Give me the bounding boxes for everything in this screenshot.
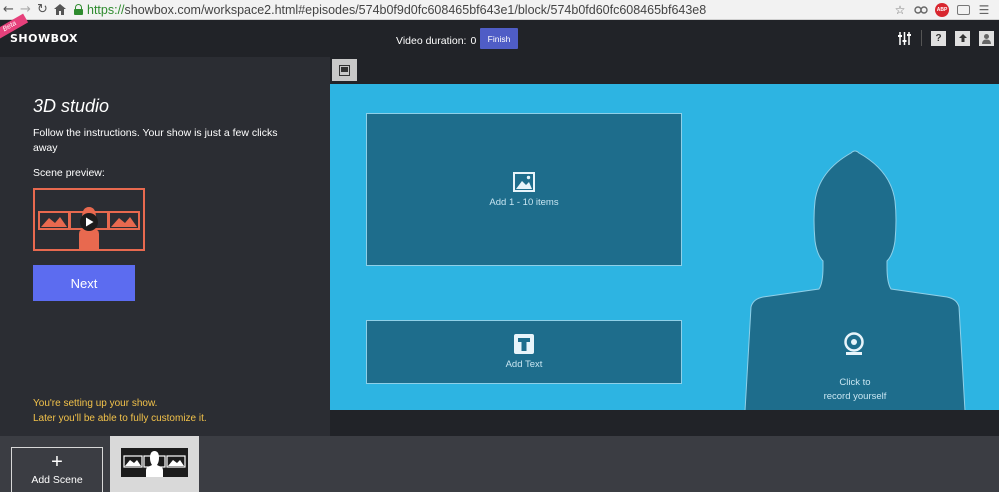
scene-preview-thumbnail[interactable] (33, 188, 145, 251)
video-duration: Video duration: 0 (396, 35, 476, 47)
duration-label: Video duration: (396, 35, 467, 47)
record-label-line-2: record yourself (823, 391, 887, 402)
media-slot-label: Add 1 - 10 items (489, 196, 559, 208)
image-icon (108, 211, 140, 230)
setup-note-line-2: Later you'll be able to fully customize … (33, 413, 207, 424)
setup-note-line-1: You're setting up your show. (33, 398, 158, 409)
menu-icon[interactable]: ☰ (977, 3, 991, 17)
instructions-text: Follow the instructions. Your show is ju… (33, 127, 278, 154)
image-icon (513, 171, 535, 192)
add-scene-label: Add Scene (31, 474, 83, 486)
media-slot[interactable]: Add 1 - 10 items (366, 113, 682, 266)
layout-toggle-button[interactable] (332, 59, 357, 81)
scene-thumbnail-image (121, 448, 188, 477)
webcam-icon (844, 332, 864, 355)
back-icon[interactable]: ← (0, 0, 17, 20)
sliders-icon[interactable] (897, 31, 912, 46)
extension-icon[interactable] (914, 3, 928, 17)
layout-icon (339, 64, 350, 76)
help-icon[interactable]: ? (931, 30, 946, 46)
text-slot-label: Add Text (505, 359, 543, 370)
star-icon[interactable]: ☆ (893, 3, 907, 17)
cast-icon[interactable] (956, 3, 970, 17)
user-avatar-icon[interactable] (979, 30, 994, 46)
setup-note: You're setting up your show. Later you'l… (33, 396, 207, 426)
reload-icon[interactable]: ↻ (34, 0, 51, 20)
url-scheme: https:// (87, 2, 125, 17)
address-bar[interactable]: https://showbox.com/workspace2.html#epis… (74, 1, 893, 19)
studio-title: 3D studio (33, 96, 110, 116)
app-header: Beta SHOWBOX Video duration: 0 Finish ? (0, 13, 999, 57)
scene-thumbnail[interactable] (110, 436, 199, 492)
image-icon (38, 211, 70, 230)
scene-preview-label: Scene preview: (33, 167, 105, 179)
duration-value: 0 (470, 35, 477, 47)
stage-toolbar (330, 57, 999, 84)
stage-footer (330, 410, 999, 436)
upload-icon[interactable] (955, 30, 970, 46)
instructions-panel: 3D studio Follow the instructions. Your … (0, 57, 330, 436)
browser-toolbar: ← → ↻ https://showbox.com/workspace2.htm… (0, 0, 999, 20)
finish-button[interactable]: Finish (480, 28, 518, 49)
record-label-line-1: Click to (839, 377, 871, 388)
scene-stage: Add 1 - 10 items Add Text Click to recor… (330, 84, 999, 410)
home-icon[interactable] (51, 0, 68, 20)
logo-text: SHOWBOX (10, 32, 78, 45)
adblock-icon[interactable]: ABP (935, 2, 949, 17)
text-icon (514, 334, 534, 354)
record-yourself-slot[interactable] (743, 149, 966, 410)
lock-icon (74, 4, 83, 15)
url-path: showbox.com/workspace2.html#episodes/574… (124, 2, 707, 17)
text-slot[interactable]: Add Text (366, 320, 682, 384)
next-button[interactable]: Next (33, 265, 135, 301)
record-yourself-label: Click to record yourself (800, 376, 910, 404)
plus-icon: + (51, 451, 63, 473)
showbox-logo[interactable]: Beta SHOWBOX (0, 13, 80, 57)
header-divider (921, 30, 922, 46)
add-scene-button[interactable]: + Add Scene (11, 447, 103, 492)
scene-timeline: + Add Scene (0, 436, 999, 492)
